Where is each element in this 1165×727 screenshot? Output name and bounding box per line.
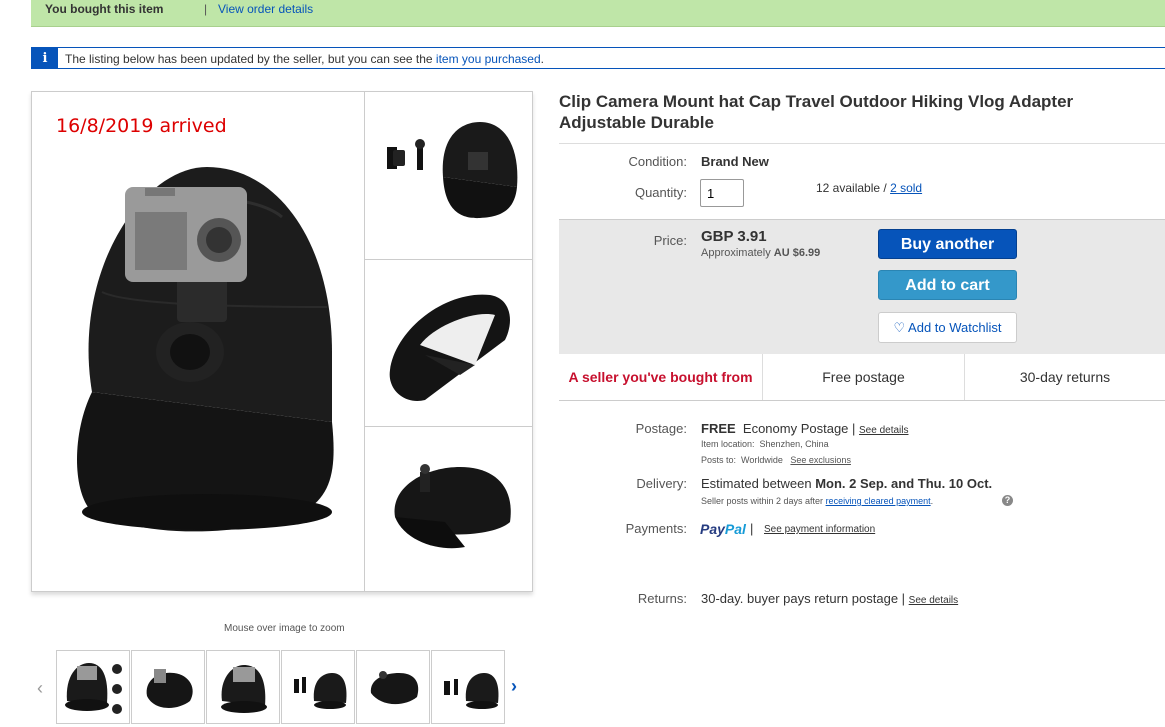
posts-to-label: Posts to: <box>701 455 737 465</box>
thumbnail-image <box>444 673 499 709</box>
cap-with-camera-image <box>77 167 334 532</box>
returns-badge: 30-day returns <box>1019 369 1111 385</box>
thumbnail[interactable] <box>356 650 430 724</box>
price-value: GBP 3.91 <box>701 228 767 245</box>
returns-text: 30-day. buyer pays return postage | <box>701 591 909 606</box>
payments-label: Payments: <box>625 521 687 536</box>
paypal-logo: PayPal <box>700 521 746 537</box>
returns-details-link[interactable]: See details <box>909 595 958 606</box>
banner-separator: | <box>204 2 208 16</box>
add-to-watchlist-button[interactable]: ♡ Add to Watchlist <box>878 312 1017 343</box>
info-icon: i <box>32 48 58 69</box>
condition-value: Brand New <box>701 154 769 169</box>
free-postage-badge: Free postage <box>763 354 965 400</box>
availability-text: 12 available / 2 sold <box>816 181 922 195</box>
posts-to: Posts to: Worldwide See exclusions <box>701 455 851 465</box>
approx-prefix: Approximately <box>701 247 774 259</box>
condition-label: Condition: <box>628 154 687 169</box>
thumbnail-image <box>65 663 122 714</box>
quantity-label: Quantity: <box>634 185 687 200</box>
bought-label: You bought this item <box>45 2 164 16</box>
add-to-cart-button[interactable]: Add to cart <box>878 270 1017 300</box>
heart-icon: ♡ <box>893 320 906 335</box>
main-image-gallery[interactable]: 16/8/2019 arrived <box>31 91 533 592</box>
dispatch-prefix: Seller posts within 2 days after <box>701 496 826 506</box>
location-value: Shenzhen, China <box>759 439 829 449</box>
postage-service: Economy Postage | <box>742 421 860 436</box>
main-product-image[interactable]: 16/8/2019 arrived <box>32 92 364 591</box>
payments-separator: | <box>750 521 754 536</box>
view-order-link[interactable]: View order details <box>218 2 313 16</box>
notice-text: The listing below has been updated by th… <box>65 52 544 66</box>
paypal-logo-pay: Pay <box>700 521 725 537</box>
purchase-banner: You bought this item | View order detail… <box>31 0 1165 27</box>
thumbnail[interactable] <box>56 650 130 724</box>
thumbnails-prev-arrow[interactable]: ‹ <box>37 678 43 699</box>
notice-text-after: . <box>540 52 544 66</box>
side-image-cap-underside[interactable] <box>365 260 533 426</box>
zoom-hint: Mouse over image to zoom <box>224 623 345 634</box>
returns-value: 30-day. buyer pays return postage | See … <box>701 591 958 606</box>
sold-count-link[interactable]: 2 sold <box>890 181 922 195</box>
delivery-label: Delivery: <box>636 476 687 491</box>
delivery-estimate: Estimated between Mon. 2 Sep. and Thu. 1… <box>701 476 992 491</box>
dispatch-note: Seller posts within 2 days after receivi… <box>701 496 933 506</box>
buy-another-button[interactable]: Buy another <box>878 229 1017 259</box>
thumbnail-image <box>221 665 267 713</box>
delivery-prefix: Estimated between <box>701 476 816 491</box>
thumbnail[interactable] <box>206 650 280 724</box>
thumbnail[interactable] <box>281 650 355 724</box>
arrival-date-annotation: 16/8/2019 arrived <box>56 115 227 137</box>
returns-label: Returns: <box>637 591 687 606</box>
seller-badge: A seller you've bought from <box>559 354 763 400</box>
side-image-accessories[interactable] <box>365 92 533 259</box>
cleared-payment-link[interactable]: receiving cleared payment <box>826 496 931 506</box>
exclusions-link[interactable]: See exclusions <box>790 455 851 465</box>
quantity-input[interactable] <box>700 179 744 207</box>
thumbnail[interactable] <box>131 650 205 724</box>
thumbnail-image <box>146 669 193 708</box>
dispatch-suffix: . <box>930 496 934 506</box>
item-purchased-link[interactable]: item you purchased <box>436 52 541 66</box>
item-location: Item location: Shenzhen, China <box>701 439 829 449</box>
notice-text-before: The listing below has been updated by th… <box>65 52 436 66</box>
approx-price: Approximately AU $6.99 <box>701 247 820 259</box>
watchlist-label: Add to Watchlist <box>908 320 1002 335</box>
title-divider <box>559 143 1165 144</box>
delivery-dates: Mon. 2 Sep. and Thu. 10 Oct. <box>815 476 993 491</box>
paypal-logo-pal: Pal <box>724 521 746 537</box>
thumbnail[interactable] <box>431 650 505 724</box>
postage-label: Postage: <box>635 421 687 436</box>
postage-free: FREE <box>701 421 736 436</box>
thumbnail-image <box>294 673 347 709</box>
payment-info-link[interactable]: See payment information <box>764 524 875 535</box>
price-label: Price: <box>653 233 687 248</box>
approx-value: AU $6.99 <box>773 247 821 259</box>
item-title: Clip Camera Mount hat Cap Travel Outdoor… <box>559 92 1074 132</box>
listing-updated-notice: i The listing below has been updated by … <box>31 47 1165 69</box>
side-image-cap-side[interactable] <box>365 427 533 592</box>
postage-value: FREE Economy Postage | See details <box>701 421 909 436</box>
posts-to-value: Worldwide <box>741 455 783 465</box>
trust-badges: A seller you've bought from Free postage… <box>559 354 1165 401</box>
thumbnails-next-arrow[interactable]: › <box>511 676 517 697</box>
postage-details-link[interactable]: See details <box>859 425 908 436</box>
thumbnail-image <box>370 671 419 705</box>
location-label: Item location: <box>701 439 755 449</box>
available-count: 12 available / <box>816 181 891 195</box>
help-icon[interactable]: ? <box>1002 495 1013 506</box>
